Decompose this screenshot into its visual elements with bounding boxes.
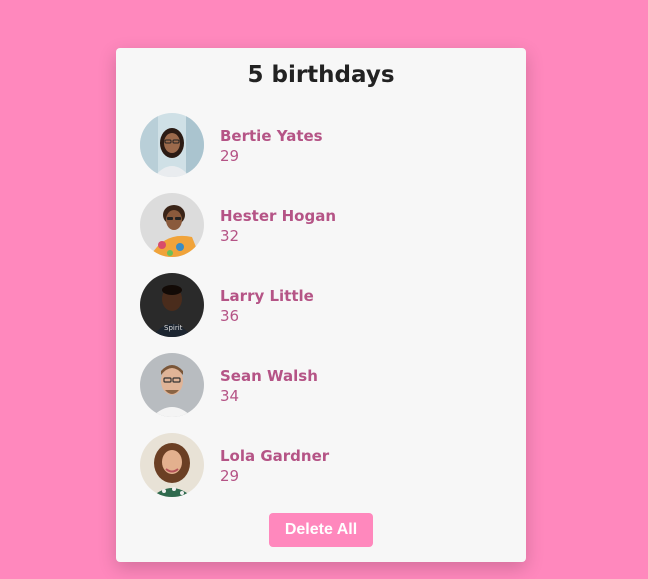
avatar: Spirit [140, 273, 204, 337]
list-item: Bertie Yates 29 [140, 113, 500, 177]
person-age: 29 [220, 467, 240, 485]
person-name: Larry Little [220, 287, 314, 305]
page-title: 5 birthdays [247, 62, 395, 88]
svg-text:Spirit: Spirit [164, 324, 183, 332]
list-item: Lola Gardner 29 [140, 433, 500, 497]
man-dark-shirt-avatar-icon: Spirit [140, 273, 204, 337]
person-name: Hester Hogan [220, 207, 337, 225]
person-age: 32 [220, 227, 240, 245]
person-age: 34 [220, 387, 240, 405]
avatar [140, 353, 204, 417]
person-name: Sean Walsh [220, 367, 318, 385]
delete-all-button[interactable]: Delete All [269, 513, 373, 547]
person-name: Bertie Yates [220, 127, 323, 145]
list-item: Spirit Larry Little 36 [140, 273, 500, 337]
person-age: 29 [220, 147, 240, 165]
list-item: Sean Walsh 34 [140, 353, 500, 417]
birthday-card: 5 birthdays Bertie Yates 29 Hester Hogan… [116, 48, 526, 562]
avatar [140, 193, 204, 257]
woman-with-sunglasses-avatar-icon [140, 193, 204, 257]
woman-with-glasses-avatar-icon [140, 113, 204, 177]
person-name: Lola Gardner [220, 447, 330, 465]
avatar [140, 113, 204, 177]
person-age: 36 [220, 307, 240, 325]
people-list: Bertie Yates 29 Hester Hogan 32 Spirit L… [140, 113, 500, 513]
list-item: Hester Hogan 32 [140, 193, 500, 257]
woman-curly-hair-avatar-icon [140, 433, 204, 497]
man-with-glasses-avatar-icon [140, 353, 204, 417]
avatar [140, 433, 204, 497]
